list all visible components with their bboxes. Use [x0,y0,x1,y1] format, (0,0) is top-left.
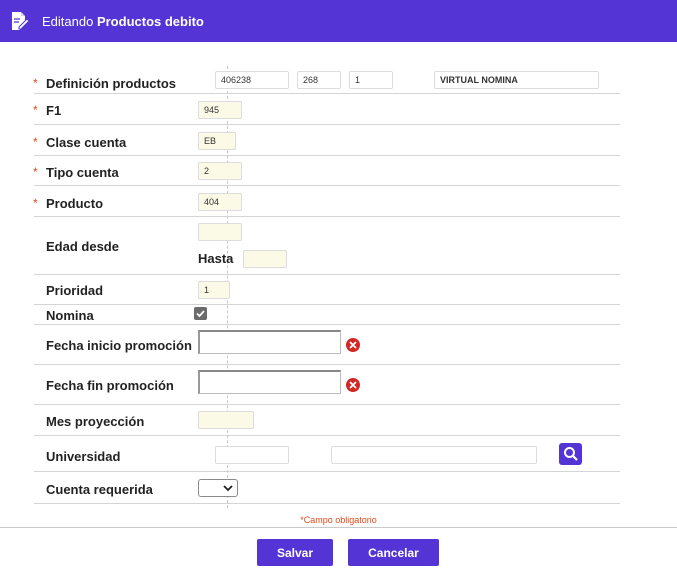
row-universidad: Universidad [34,436,620,472]
universidad-label: Universidad [46,449,121,464]
chevron-down-icon [223,484,233,491]
cuenta-requerida-label: Cuenta requerida [46,482,153,497]
page-header: Editando Productos debito [0,0,677,42]
definicion-name-input[interactable]: VIRTUAL NOMINA [434,71,599,89]
required-mark: * [33,76,38,90]
fecha-fin-input[interactable] [198,370,341,394]
required-mark: * [33,165,38,179]
tipo-cuenta-input[interactable]: 2 [198,162,242,180]
nomina-checkbox[interactable] [194,307,207,320]
clear-fecha-inicio-icon[interactable] [346,338,360,352]
save-button[interactable]: Salvar [257,539,333,566]
edit-document-icon [8,9,32,33]
edad-desde-label: Edad desde [46,239,119,254]
producto-input[interactable]: 404 [198,193,242,211]
definicion-seq-input[interactable]: 1 [349,71,393,89]
f1-input[interactable]: 945 [198,101,242,119]
universidad-code-input[interactable] [215,446,289,464]
row-clase-cuenta: * Clase cuenta EB [33,125,620,156]
definicion-sub-input[interactable]: 268 [297,71,341,89]
row-cuenta-requerida: Cuenta requerida [34,472,620,504]
universidad-name-input[interactable] [331,446,537,464]
clase-cuenta-label: Clase cuenta [46,135,127,150]
fecha-inicio-input[interactable] [198,330,341,354]
title-entity: Productos debito [96,13,204,29]
required-note-text: Campo obligatorio [303,515,377,525]
required-mark: * [33,196,38,210]
prioridad-input[interactable]: 1 [198,281,230,299]
row-fecha-fin: Fecha fin promoción [34,365,620,405]
producto-label: Producto [46,196,104,211]
row-definicion-productos: * Definición productos 406238 268 1 VIRT… [33,66,620,94]
definicion-code-input[interactable]: 406238 [215,71,289,89]
search-icon [563,447,578,461]
tipo-cuenta-label: Tipo cuenta [46,165,119,180]
checkmark-icon [196,310,205,318]
fecha-inicio-label: Fecha inicio promoción [46,338,192,353]
universidad-search-button[interactable] [559,443,582,465]
prioridad-label: Prioridad [46,283,104,298]
row-f1: * F1 945 [33,94,620,125]
row-producto: * Producto 404 [33,186,620,217]
required-mark: * [33,103,38,117]
required-note: *Campo obligatorio [0,515,677,525]
row-prioridad: Prioridad 1 [34,275,620,305]
definicion-productos-label: Definición productos [46,76,176,91]
fecha-fin-label: Fecha fin promoción [46,378,174,393]
cuenta-requerida-select[interactable] [198,479,238,497]
edit-form: * Definición productos 406238 268 1 VIRT… [33,66,620,508]
mes-proyeccion-input[interactable] [198,411,254,429]
footer-divider [0,527,677,528]
row-fecha-inicio: Fecha inicio promoción [34,325,620,365]
nomina-label: Nomina [46,308,94,323]
mes-proyeccion-label: Mes proyección [46,414,145,429]
title-prefix: Editando [42,13,94,29]
clear-fecha-fin-icon[interactable] [346,378,360,392]
edad-hasta-input[interactable] [243,250,287,268]
row-edad: Edad desde Hasta [34,217,620,275]
clase-cuenta-input[interactable]: EB [198,132,236,150]
f1-label: F1 [46,103,62,118]
row-nomina: Nomina [34,305,620,325]
page-title: Editando Productos debito [42,14,204,29]
required-mark: * [33,135,38,149]
cancel-button[interactable]: Cancelar [348,539,439,566]
row-mes-proyeccion: Mes proyección [34,405,620,436]
edad-desde-input[interactable] [198,223,242,241]
row-tipo-cuenta: * Tipo cuenta 2 [33,156,620,186]
hasta-label: Hasta [198,251,234,266]
